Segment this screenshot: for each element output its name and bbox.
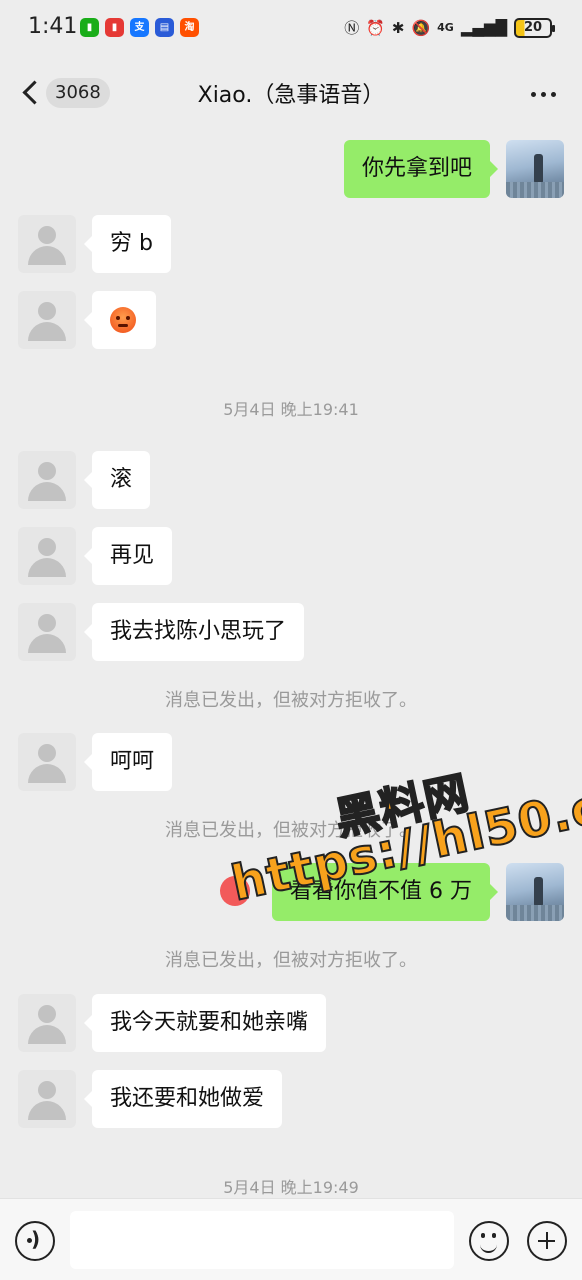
red-app-icon: ▮ [105,18,124,37]
contact-avatar[interactable] [18,451,76,509]
input-bar [0,1198,582,1280]
bluetooth-icon: ✱ [391,18,405,37]
incoming-message-bubble[interactable]: 我去找陈小思玩了 [83,603,305,661]
wechat-icon: ▮ [80,18,99,37]
signal-bars-icon: ▂▄▆█ [460,18,507,37]
contact-avatar[interactable] [18,603,76,661]
message-input[interactable] [70,1211,454,1269]
chat-title: Xiao.（急事语音） [197,83,385,108]
contact-avatar[interactable] [18,215,76,273]
contact-avatar[interactable] [18,527,76,585]
voice-input-icon[interactable] [15,1221,55,1261]
my-avatar[interactable] [506,863,564,921]
more-options-icon[interactable] [531,92,556,97]
blue-app-icon: ▤ [155,18,174,37]
system-icons: Ⓝ ⏰ ✱ 🔕 4G ▂▄▆█ 20 [344,17,555,38]
battery-icon: 20 [514,17,555,38]
plus-icon[interactable] [527,1221,567,1261]
rejected-notice: 消息已发出，但被对方拒收了。 [165,950,417,971]
contact-avatar[interactable] [18,994,76,1052]
angry-face-icon [110,307,136,333]
contact-avatar[interactable] [18,733,76,791]
timestamp: 5月4日 晚上19:41 [223,400,359,419]
alarm-icon: ⏰ [366,18,385,37]
timestamp: 5月4日 晚上19:49 [223,1178,359,1197]
status-bar: 1:41 ▮ ▮ 支 ▤ 淘 Ⓝ ⏰ ✱ 🔕 4G ▂▄▆█ 20 [0,0,582,58]
incoming-message-bubble[interactable]: 我今天就要和她亲嘴 [83,994,327,1052]
status-app-icons: ▮ ▮ 支 ▤ 淘 [80,18,199,37]
chat-header: 3068 Xiao.（急事语音） [0,58,582,126]
outgoing-message-bubble[interactable]: 你先拿到吧 [343,140,499,198]
signal-icon: 4G [437,21,454,34]
alipay-icon: 支 [130,18,149,37]
taobao-icon: 淘 [180,18,199,37]
incoming-message-bubble[interactable]: 穷 b [84,215,171,273]
incoming-message-bubble[interactable]: 呵呵 [83,733,173,791]
nfc-icon: Ⓝ [344,19,360,37]
emoji-icon[interactable] [469,1221,509,1261]
mute-icon: 🔕 [411,18,431,37]
my-avatar[interactable] [506,140,564,198]
contact-avatar[interactable] [18,1070,76,1128]
incoming-emoji-bubble[interactable] [84,291,156,349]
status-time: 1:41 [28,14,78,39]
contact-avatar[interactable] [18,291,76,349]
incoming-message-bubble[interactable]: 滚 [83,451,151,509]
rejected-notice: 消息已发出，但被对方拒收了。 [165,690,417,711]
incoming-message-bubble[interactable]: 再见 [83,527,173,585]
incoming-message-bubble[interactable]: 我还要和她做爱 [83,1070,283,1128]
